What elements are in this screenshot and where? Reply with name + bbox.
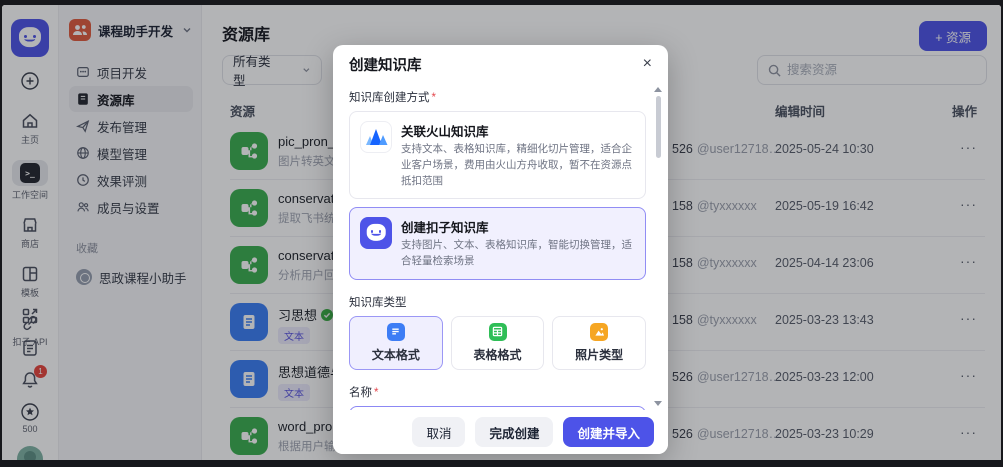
method-desc: 支持文本、表格知识库，精细化切片管理，适合企业客户场景，费用由火山方舟收取，暂不… xyxy=(401,142,635,189)
type-card-text[interactable]: 文本格式 xyxy=(349,316,443,370)
type-card-label: 照片类型 xyxy=(575,346,623,363)
create-knowledge-modal: 创建知识库 × 知识库创建方式* 关联火山知识库 支持文本、表格知识库，精细化切… xyxy=(333,45,668,454)
method-title: 关联火山知识库 xyxy=(401,121,635,140)
volcano-icon xyxy=(360,121,392,153)
complete-create-button[interactable]: 完成创建 xyxy=(475,417,553,447)
modal-body: 知识库创建方式* 关联火山知识库 支持文本、表格知识库，精细化切片管理，适合企业… xyxy=(333,83,668,410)
method-card-coze[interactable]: 创建扣子知识库 支持图片、文本、表格知识库，智能切换管理，适合轻量检索场景 xyxy=(349,207,646,280)
scroll-down-icon[interactable] xyxy=(654,401,662,406)
type-card-label: 表格格式 xyxy=(474,346,522,363)
scroll-thumb[interactable] xyxy=(656,96,661,158)
method-card-volcano[interactable]: 关联火山知识库 支持文本、表格知识库，精细化切片管理，适合企业客户场景，费用由火… xyxy=(349,111,646,199)
type-card-label: 文本格式 xyxy=(372,346,420,363)
method-label: 知识库创建方式* xyxy=(349,89,646,105)
type-card-table[interactable]: 表格格式 xyxy=(451,316,545,370)
modal-header: 创建知识库 × xyxy=(333,45,668,83)
close-icon[interactable]: × xyxy=(643,56,652,72)
coze-icon xyxy=(360,217,392,249)
photo-type-icon xyxy=(590,323,608,341)
modal-title: 创建知识库 xyxy=(349,54,422,75)
required-mark: * xyxy=(374,387,378,399)
type-card-photo[interactable]: 照片类型 xyxy=(552,316,646,370)
modal-scrollbar[interactable] xyxy=(653,87,663,406)
create-and-import-button[interactable]: 创建并导入 xyxy=(563,417,654,447)
text-format-icon xyxy=(387,323,405,341)
required-mark: * xyxy=(432,92,436,104)
cancel-button[interactable]: 取消 xyxy=(412,417,465,447)
scroll-up-icon[interactable] xyxy=(654,87,662,92)
table-format-icon xyxy=(489,323,507,341)
app-root: 主页 >_ 工作空间 商店 模板 扣子 API xyxy=(2,5,1001,460)
type-label: 知识库类型 xyxy=(349,294,646,310)
modal-footer: 取消 完成创建 创建并导入 xyxy=(333,410,668,454)
method-desc: 支持图片、文本、表格知识库，智能切换管理，适合轻量检索场景 xyxy=(401,238,635,270)
method-title: 创建扣子知识库 xyxy=(401,217,635,236)
name-label: 名称* xyxy=(349,384,646,400)
type-options: 文本格式 表格格式 照片类型 xyxy=(349,316,646,370)
window-frame: 主页 >_ 工作空间 商店 模板 扣子 API xyxy=(0,0,1003,467)
